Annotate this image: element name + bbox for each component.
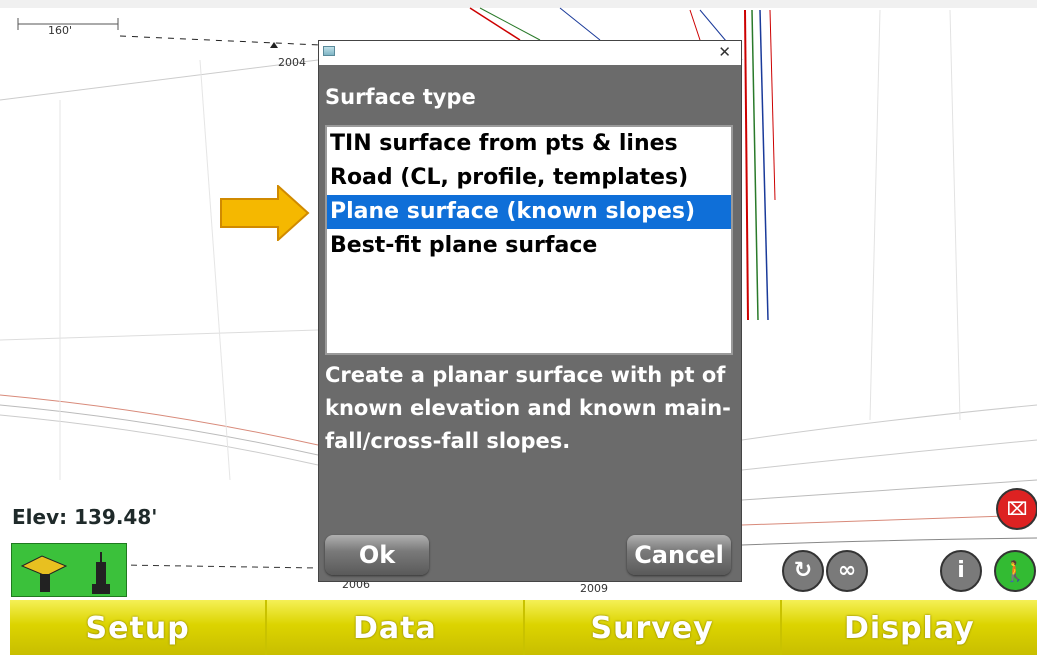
scale-label: 160' — [48, 24, 73, 37]
dialog-titlebar: ✕ — [319, 41, 741, 65]
infinity-icon: ∞ — [837, 558, 857, 583]
info-button[interactable]: i — [940, 550, 982, 592]
ok-button[interactable]: Ok — [325, 535, 429, 575]
dialog-heading: Surface type — [325, 85, 476, 109]
surface-type-dialog: ✕ Surface type TIN surface from pts & li… — [318, 40, 742, 582]
surface-description: Create a planar surface with pt of known… — [325, 363, 731, 453]
list-item[interactable]: Road (CL, profile, templates) — [327, 161, 731, 195]
stakeout-button[interactable]: ⌧ — [996, 488, 1037, 530]
point-label: 2004 — [278, 56, 306, 69]
window-icon — [323, 46, 335, 56]
nav-display[interactable]: Display — [781, 600, 1037, 655]
nav-survey[interactable]: Survey — [524, 600, 782, 655]
close-icon[interactable]: ✕ — [718, 43, 731, 61]
rotate-button[interactable]: ↻ — [782, 550, 824, 592]
rover-icon — [20, 552, 110, 594]
point-label: 2009 — [580, 582, 608, 595]
list-item[interactable]: Best-fit plane surface — [327, 229, 731, 263]
rover-status-button[interactable] — [11, 543, 127, 597]
surface-type-list[interactable]: TIN surface from pts & lines Road (CL, p… — [325, 125, 733, 355]
list-item[interactable]: TIN surface from pts & lines — [327, 127, 731, 161]
pointer-arrow-icon — [220, 185, 310, 241]
walk-icon: 🚶 — [1002, 559, 1028, 583]
nav-data[interactable]: Data — [267, 600, 525, 655]
elevation-readout: Elev: 139.48' — [12, 505, 158, 529]
walk-button[interactable]: 🚶 — [994, 550, 1036, 592]
infinity-button[interactable]: ∞ — [826, 550, 868, 592]
nav-setup[interactable]: Setup — [10, 600, 268, 655]
info-icon: i — [957, 558, 965, 583]
cancel-button[interactable]: Cancel — [627, 535, 731, 575]
rotate-icon: ↻ — [793, 558, 813, 583]
stakeout-icon: ⌧ — [1006, 499, 1028, 520]
bottom-nav: Setup Data Survey Display — [10, 600, 1037, 655]
list-item-selected[interactable]: Plane surface (known slopes) — [327, 195, 731, 229]
